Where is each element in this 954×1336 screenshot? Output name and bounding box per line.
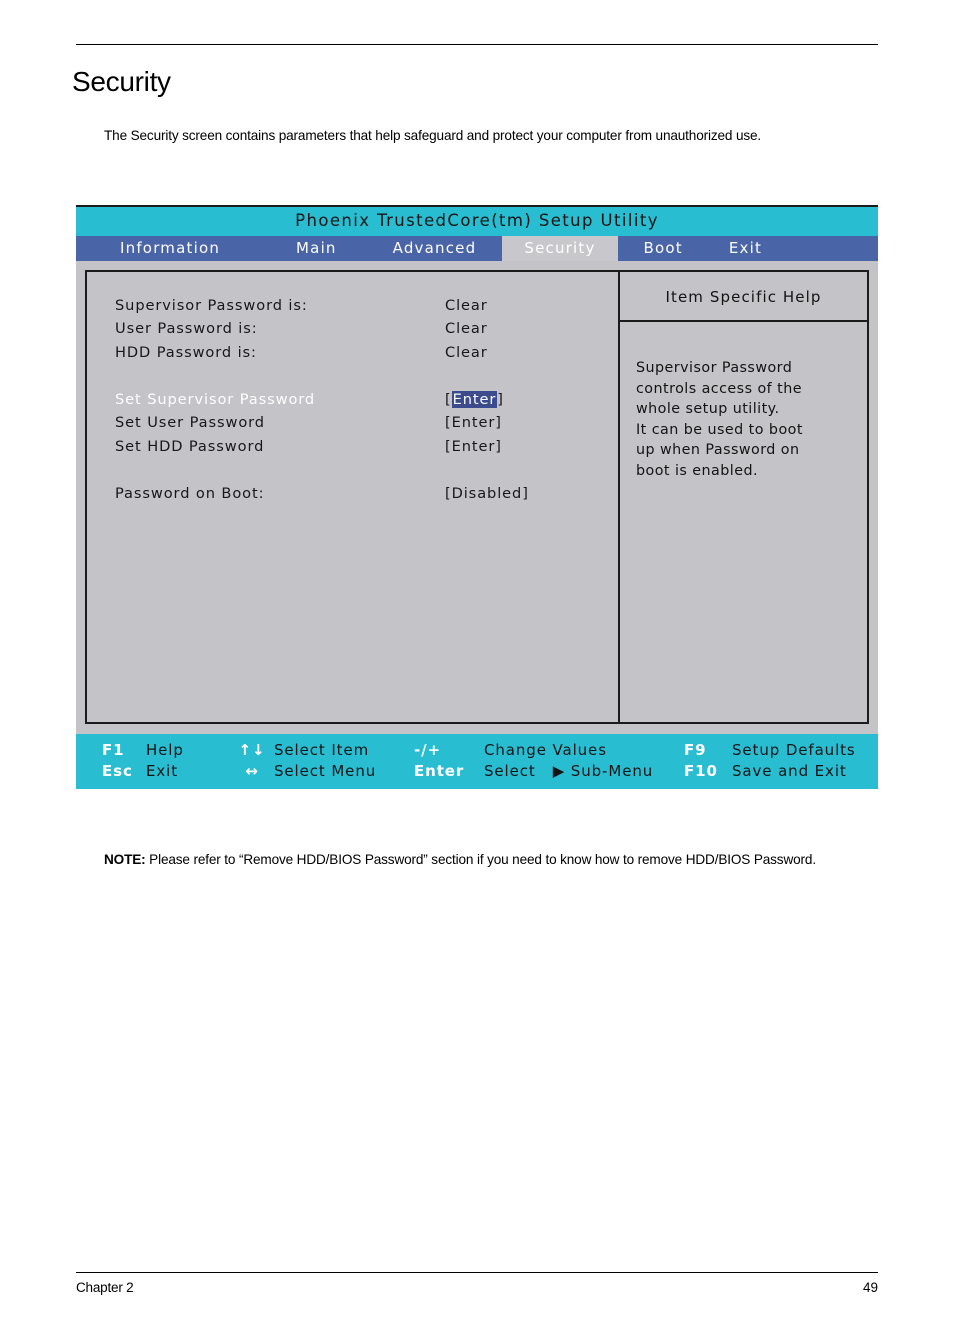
- row-set-user-password[interactable]: Set User Password [Enter]: [115, 412, 618, 436]
- row-spacer-2: [115, 459, 618, 483]
- note-text: Please refer to “Remove HDD/BIOS Passwor…: [145, 851, 816, 867]
- label-password-on-boot: Password on Boot:: [115, 484, 265, 502]
- label-set-supervisor-password: Set Supervisor Password: [115, 390, 316, 408]
- key-enter-description: Select ▶ Sub-Menu: [484, 764, 684, 779]
- key-legend-row-2: Esc Exit ↔ Select Menu Enter Select ▶ Su…: [76, 761, 878, 782]
- value-set-supervisor-password-highlight: Enter: [451, 390, 498, 408]
- help-line-2: controls access of the: [636, 380, 802, 397]
- value-set-supervisor-password[interactable]: [Enter]: [445, 390, 504, 408]
- value-set-hdd-password[interactable]: [Enter]: [445, 439, 502, 455]
- value-user-password-is: Clear: [445, 320, 488, 338]
- key-f1-description: Help: [146, 741, 184, 760]
- label-set-hdd-password: Set HDD Password: [115, 437, 265, 455]
- label-hdd-password-is: HDD Password is:: [115, 343, 257, 361]
- value-hdd-password-is: Clear: [445, 343, 488, 361]
- up-down-arrows-icon: ↑↓: [238, 741, 266, 760]
- help-panel-title: Item Specific Help: [620, 272, 867, 323]
- bios-title-bar: Phoenix TrustedCore(tm) Setup Utility: [76, 207, 878, 237]
- key-f10-description: Save and Exit: [732, 762, 847, 781]
- help-line-3: whole setup utility.: [636, 401, 780, 418]
- value-password-on-boot[interactable]: [Disabled]: [445, 486, 529, 502]
- row-hdd-password-is: HDD Password is: Clear: [115, 341, 618, 365]
- key-esc-description: Exit: [146, 762, 179, 781]
- bios-menu-bar: Information Main Advanced Security Boot …: [76, 236, 878, 262]
- row-user-password-is: User Password is: Clear: [115, 318, 618, 342]
- row-supervisor-password-is: Supervisor Password is: Clear: [115, 294, 618, 318]
- submenu-arrow-icon: ▶ Sub-Menu: [552, 762, 654, 781]
- key-enter[interactable]: Enter: [414, 764, 484, 779]
- row-password-on-boot[interactable]: Password on Boot: [Disabled]: [115, 482, 618, 506]
- help-line-1: Supervisor Password: [636, 360, 793, 377]
- item-specific-help-panel: Item Specific Help Supervisor Password c…: [619, 270, 869, 725]
- note-label: NOTE:: [104, 851, 146, 867]
- tab-information[interactable]: Information: [110, 236, 230, 261]
- key-esc[interactable]: Esc: [102, 764, 146, 779]
- key-legend-row-1: F1 Help ↑↓ Select Item -/+ Change Values…: [76, 740, 878, 761]
- key-enter-select-label: Select: [484, 762, 536, 781]
- help-panel-text: Supervisor Password controls access of t…: [620, 322, 867, 481]
- key-minus-plus-description: Change Values: [484, 741, 607, 760]
- tab-exit[interactable]: Exit: [719, 236, 772, 261]
- tab-boot[interactable]: Boot: [634, 236, 693, 261]
- key-minus-plus[interactable]: -/+: [414, 743, 484, 758]
- tab-advanced[interactable]: Advanced: [383, 236, 487, 261]
- page-rule-top: [76, 44, 878, 45]
- settings-panel: Supervisor Password is: Clear User Passw…: [85, 270, 619, 725]
- note-paragraph: NOTE: Please refer to “Remove HDD/BIOS P…: [104, 850, 922, 869]
- footer-page-number: 49: [862, 1280, 878, 1295]
- row-set-hdd-password[interactable]: Set HDD Password [Enter]: [115, 435, 618, 459]
- key-f10[interactable]: F10: [684, 764, 732, 779]
- help-line-4: It can be used to boot: [636, 421, 803, 438]
- tab-security[interactable]: Security: [502, 236, 618, 262]
- label-supervisor-password-is: Supervisor Password is:: [115, 296, 308, 314]
- bios-key-legend: F1 Help ↑↓ Select Item -/+ Change Values…: [76, 734, 878, 790]
- key-arrows-description: Select Item: [274, 741, 370, 760]
- tab-main[interactable]: Main: [286, 236, 347, 261]
- left-right-arrows-icon: ↔: [245, 762, 259, 781]
- row-set-supervisor-password[interactable]: Set Supervisor Password [Enter]: [115, 388, 618, 412]
- label-user-password-is: User Password is:: [115, 320, 258, 338]
- label-set-user-password: Set User Password: [115, 414, 265, 432]
- row-spacer-1: [115, 365, 618, 389]
- footer-chapter: Chapter 2: [76, 1280, 134, 1295]
- help-line-5: up when Password on: [636, 442, 800, 459]
- bios-body: Supervisor Password is: Clear User Passw…: [76, 261, 878, 735]
- value-supervisor-password-is: Clear: [445, 296, 488, 314]
- value-set-user-password[interactable]: [Enter]: [445, 415, 502, 431]
- key-f9-description: Setup Defaults: [732, 741, 856, 760]
- key-left-right-description: Select Menu: [274, 762, 377, 781]
- bios-setup-screenshot: Phoenix TrustedCore(tm) Setup Utility In…: [76, 205, 878, 790]
- key-f9[interactable]: F9: [684, 743, 732, 758]
- help-line-6: boot is enabled.: [636, 462, 758, 479]
- page-rule-bottom: [76, 1272, 878, 1273]
- page-title: Security: [72, 66, 171, 97]
- intro-paragraph: The Security screen contains parameters …: [104, 127, 762, 143]
- key-f1[interactable]: F1: [102, 743, 146, 758]
